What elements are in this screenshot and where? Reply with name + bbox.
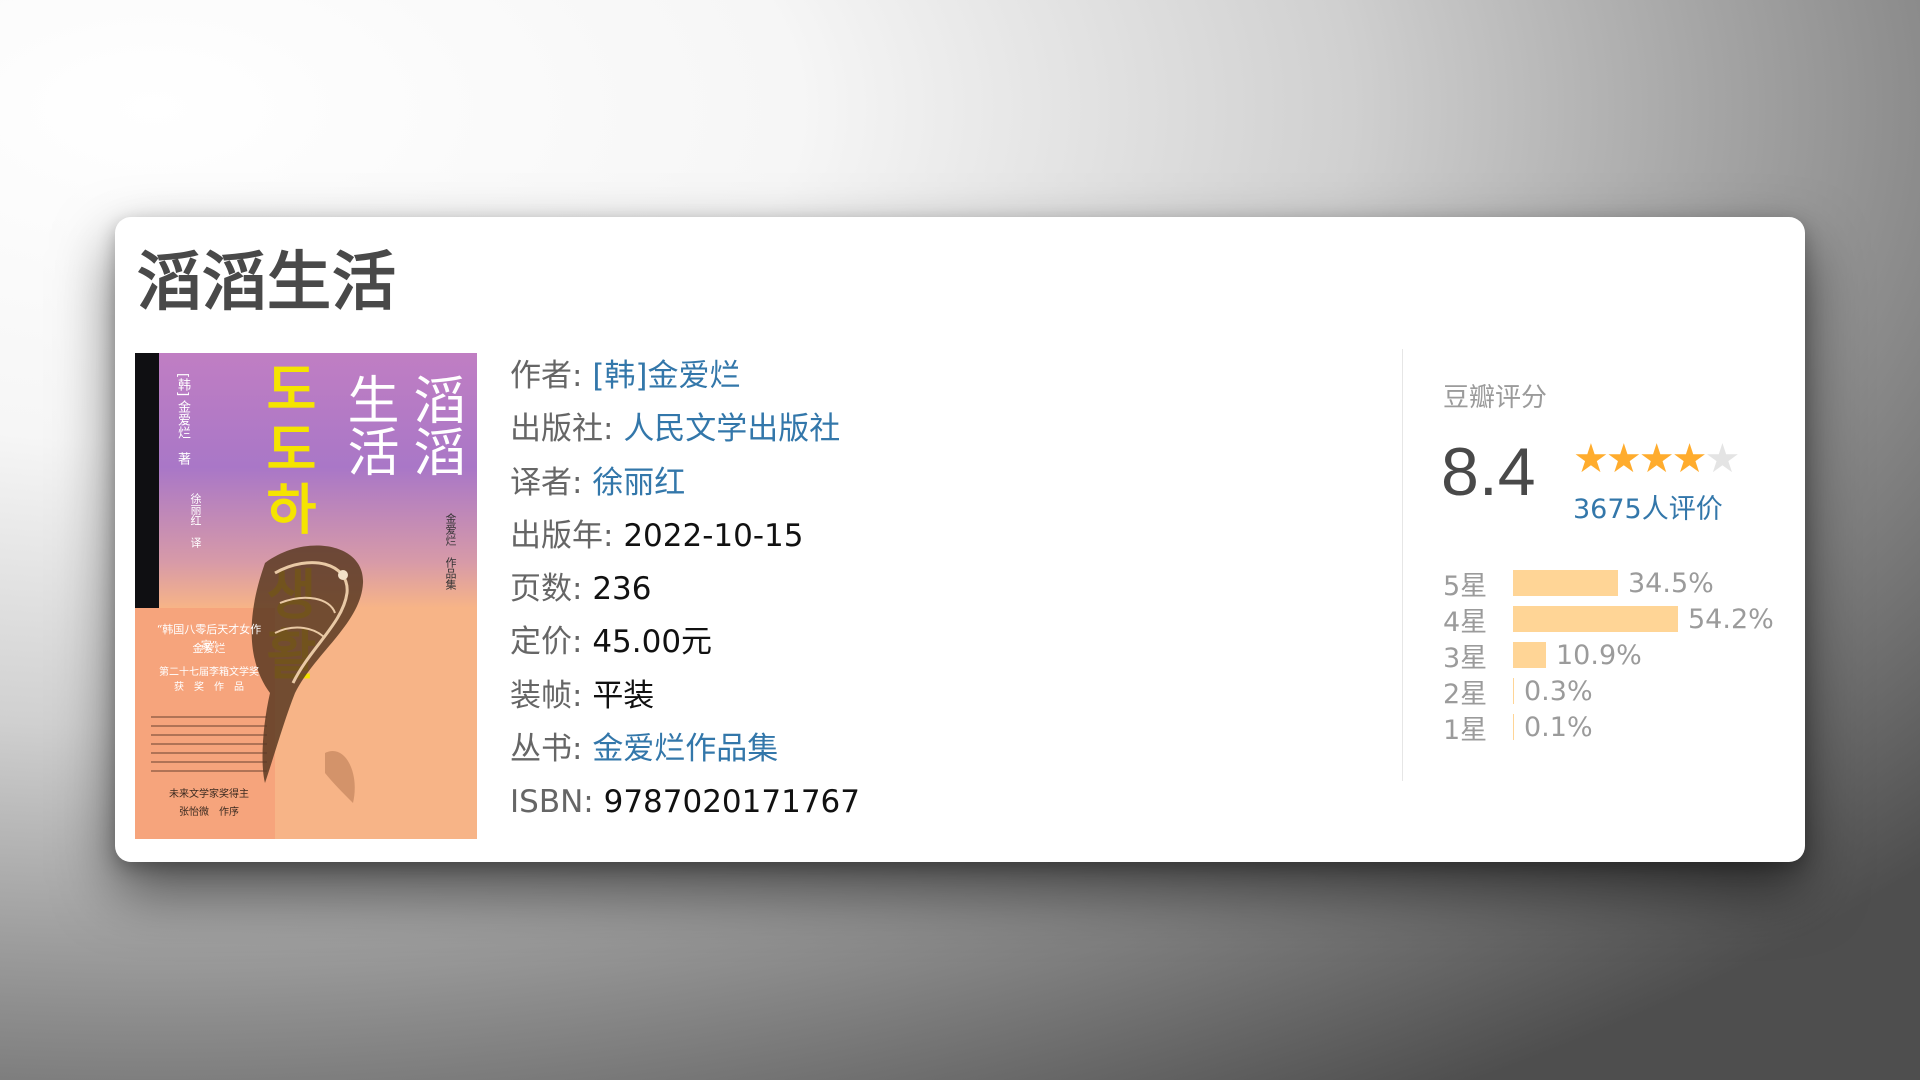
pages-label: 页数: [510,571,583,608]
info-row-price: 定价: 45.00元 [510,619,860,672]
rating-bar-label: 5星 [1443,570,1488,602]
rating-bar-fill [1513,570,1618,596]
pages-value: 236 [592,571,652,608]
star-filled-icon: ★ [1638,436,1675,482]
pubyear-value: 2022-10-15 [623,517,804,554]
rating-distribution: 5星 34.5% 4星 54.2% 3星 10.9% 2星 0.3% 1星 0.1% [1443,565,1774,746]
rating-bar-fill [1513,714,1514,740]
info-row-pubyear: 出版年: 2022-10-15 [510,513,860,566]
cover-bottom-line2: 张怡微 作序 [179,807,239,818]
star-filled-icon: ★ [1573,436,1609,482]
rating-bar-row: 2星 0.3% [1443,673,1774,710]
info-row-publisher: 出版社: 人民文学出版社 [510,406,860,459]
cover-collection-text: 金爱烂 作品集 [444,513,457,590]
star-empty-icon: ★ [1704,436,1740,482]
rating-votes-link[interactable]: 3675人评价 [1573,487,1723,526]
cover-award-line2: 获 奖 作 品 [174,682,244,693]
publisher-label: 出版社: [510,411,614,448]
binding-value: 平装 [592,677,655,714]
book-cover-image[interactable]: [韩] 金爱烂 著 徐丽红 译 도도하 생활 滔滔 生活 金爱烂 作品集 “韩国… [135,353,477,839]
pubyear-label: 出版年: [510,517,614,554]
rating-bar-fill [1513,606,1678,632]
isbn-value: 9787020171767 [603,784,860,821]
series-label: 丛书: [510,731,583,768]
publisher-link[interactable]: 人民文学出版社 [623,411,840,447]
binding-label: 装帧: [510,677,583,714]
rating-bar-label: 2星 [1443,678,1488,710]
info-row-isbn: ISBN: 9787020171767 [510,779,860,832]
star-filled-icon: ★ [1671,436,1708,482]
rating-bar-label: 1星 [1443,714,1488,746]
translator-link[interactable]: 徐丽红 [592,465,685,501]
rating-bar-percent: 0.1% [1524,711,1593,743]
info-row-series: 丛书: 金爱烂作品集 [510,726,860,779]
rating-bar-row: 3星 10.9% [1443,637,1774,674]
cover-blurb-name: 金爱烂 [192,642,226,655]
cover-award-text: 第二十七届李箱文学奖 获 奖 作 品 [149,665,269,695]
rating-bar-fill [1513,678,1514,704]
cover-blurb-text-lines [151,709,267,779]
book-card: 滔滔生活 [韩] 金爱烂 著 徐丽红 译 도도하 생활 滔滔 生活 金爱烂 作品… [115,217,1805,862]
rating-title: 豆瓣评分 [1443,383,1548,413]
info-row-binding: 装帧: 平装 [510,673,860,726]
cover-spine [135,353,159,613]
info-row-author: 作者: [韩]金爱烂 [510,353,860,406]
price-label: 定价: [510,624,583,661]
book-info: 作者: [韩]金爱烂 出版社: 人民文学出版社 译者: 徐丽红 出版年: 202… [510,353,860,833]
rating-bar-percent: 0.3% [1524,675,1593,707]
rating-bar-row: 1星 0.1% [1443,709,1774,746]
price-value: 45.00元 [592,624,713,661]
cover-title-line2: 生活 [338,373,398,477]
cover-translator-text: 徐丽红 译 [189,493,202,548]
rating-panel: 豆瓣评分 8.4 ★★★★★ 3675人评价 5星 34.5% 4星 54.2% 3星 1… [1441,377,1793,746]
rating-stars: ★★★★★ [1573,436,1740,482]
book-title: 滔滔生活 [137,246,397,320]
info-row-translator: 译者: 徐丽红 [510,460,860,513]
cover-author-text: [韩] 金爱烂 著 [175,373,190,466]
info-row-pages: 页数: 236 [510,566,860,619]
author-label: 作者: [510,358,583,394]
rating-bar-fill [1513,642,1546,668]
rating-bar-percent: 34.5% [1628,567,1714,599]
translator-label: 译者: [510,464,583,501]
rating-bar-percent: 10.9% [1556,639,1642,671]
section-divider [1402,349,1403,781]
rating-bar-label: 4星 [1443,606,1488,638]
cover-title-line1: 滔滔 [404,373,464,477]
rating-bar-row: 4星 54.2% [1443,601,1774,638]
rating-bar-row: 5星 34.5% [1443,565,1774,602]
rating-score: 8.4 [1441,434,1536,510]
rating-bar-percent: 54.2% [1688,603,1774,635]
cover-bottom-line1: 未来文学家奖得主 [169,789,249,800]
isbn-label: ISBN: [510,784,594,821]
star-filled-icon: ★ [1605,436,1642,482]
series-link[interactable]: 金爱烂作品集 [592,731,778,767]
rating-bar-label: 3星 [1443,642,1488,674]
cover-award-line1: 第二十七届李箱文学奖 [159,667,259,678]
author-link[interactable]: [韩]金爱烂 [592,358,740,394]
